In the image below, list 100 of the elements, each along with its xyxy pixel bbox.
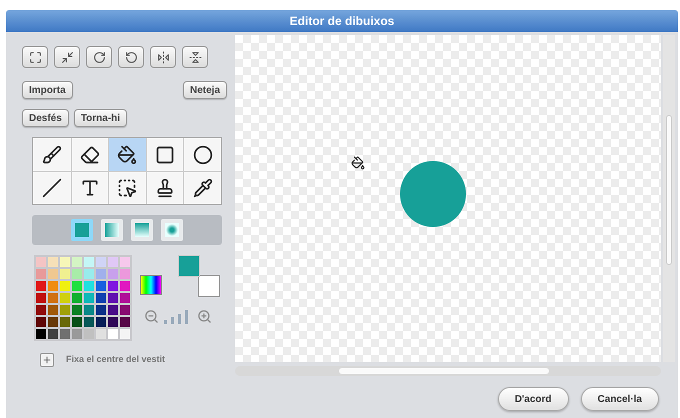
fill-swatch-icon (135, 223, 149, 237)
current-colors-icon[interactable] (178, 255, 220, 297)
color-swatch[interactable] (84, 269, 94, 279)
color-swatch[interactable] (96, 281, 106, 291)
eraser-icon (80, 144, 100, 164)
tool-button[interactable] (183, 171, 221, 204)
color-swatch[interactable] (36, 257, 46, 267)
tool-button[interactable] (108, 138, 146, 171)
color-swatch[interactable] (48, 293, 58, 303)
color-swatch[interactable] (120, 305, 130, 315)
horizontal-scrollbar[interactable] (235, 366, 661, 376)
fill-mode-button[interactable] (131, 219, 153, 241)
color-swatch[interactable] (60, 293, 70, 303)
fill-mode-button[interactable] (101, 219, 123, 241)
color-swatch[interactable] (108, 317, 118, 327)
color-swatch[interactable] (60, 329, 70, 339)
color-swatch[interactable] (84, 305, 94, 315)
color-swatch[interactable] (48, 329, 58, 339)
set-center-button[interactable] (40, 353, 54, 367)
color-swatch[interactable] (120, 281, 130, 291)
color-swatch[interactable] (108, 329, 118, 339)
rotate-right-icon (92, 50, 106, 64)
color-swatch[interactable] (120, 257, 130, 267)
color-swatch[interactable] (72, 305, 82, 315)
expand-icon (28, 50, 42, 64)
color-swatch[interactable] (96, 305, 106, 315)
square-icon (155, 144, 176, 164)
scroll-thumb[interactable] (339, 368, 549, 374)
color-swatch[interactable] (36, 317, 46, 327)
scroll-thumb[interactable] (666, 115, 672, 265)
transform-button[interactable] (182, 46, 208, 68)
color-swatch[interactable] (36, 293, 46, 303)
checkbox-label: Fixa el centre del vestit (66, 353, 166, 366)
fill-mode-button[interactable] (71, 219, 93, 241)
import-button[interactable]: Importa (22, 81, 73, 99)
color-swatch[interactable] (84, 317, 94, 327)
color-swatch[interactable] (60, 317, 70, 327)
color-swatch[interactable] (120, 269, 130, 279)
tool-button[interactable] (108, 171, 146, 204)
window-title: Editor de dibuixos (290, 13, 394, 30)
color-swatch[interactable] (108, 305, 118, 315)
color-swatch[interactable] (60, 305, 70, 315)
flip-vertical-icon (188, 50, 202, 64)
color-swatch[interactable] (72, 329, 82, 339)
undo-button[interactable]: Desfés (22, 109, 69, 127)
transform-button[interactable] (118, 46, 144, 68)
zoom-out-icon[interactable] (144, 309, 159, 324)
color-swatch[interactable] (96, 269, 106, 279)
color-swatch[interactable] (96, 257, 106, 267)
color-swatch[interactable] (72, 269, 82, 279)
dialog-button[interactable]: Cancel·la (580, 387, 659, 411)
zoom-in-icon[interactable] (197, 309, 212, 324)
color-swatch[interactable] (72, 317, 82, 327)
color-swatch[interactable] (108, 257, 118, 267)
color-swatch[interactable] (48, 281, 58, 291)
color-swatch[interactable] (84, 281, 94, 291)
fill-mode-button[interactable] (161, 219, 183, 241)
brush-icon (42, 144, 62, 164)
color-swatch[interactable] (84, 293, 94, 303)
color-swatch[interactable] (60, 269, 70, 279)
color-swatch[interactable] (36, 281, 46, 291)
color-swatch[interactable] (60, 257, 70, 267)
color-swatch[interactable] (72, 281, 82, 291)
color-swatch[interactable] (36, 269, 46, 279)
color-swatch[interactable] (36, 305, 46, 315)
color-swatch[interactable] (120, 293, 130, 303)
color-swatch[interactable] (48, 317, 58, 327)
color-swatch[interactable] (72, 257, 82, 267)
redo-button[interactable]: Torna-hi (74, 109, 128, 127)
color-swatch[interactable] (96, 317, 106, 327)
circle-shape[interactable] (400, 161, 466, 227)
color-swatch[interactable] (48, 257, 58, 267)
dialog-button[interactable]: D'acord (498, 387, 569, 411)
color-swatch[interactable] (120, 317, 130, 327)
color-swatch[interactable] (108, 281, 118, 291)
tool-button[interactable] (70, 171, 108, 204)
color-swatch[interactable] (108, 269, 118, 279)
paint-bucket-cursor-icon (351, 156, 365, 170)
transform-button[interactable] (22, 46, 48, 68)
color-swatch[interactable] (36, 329, 46, 339)
color-swatch[interactable] (84, 257, 94, 267)
color-spectrum-icon[interactable] (140, 275, 162, 295)
vertical-scrollbar[interactable] (663, 35, 675, 362)
transform-button[interactable] (150, 46, 176, 68)
color-swatch[interactable] (60, 281, 70, 291)
text-icon (80, 178, 100, 198)
color-swatch[interactable] (48, 305, 58, 315)
fill-swatch-icon (165, 223, 179, 237)
plus-icon (42, 355, 52, 365)
color-swatch[interactable] (96, 329, 106, 339)
color-swatch[interactable] (72, 293, 82, 303)
transform-button[interactable] (86, 46, 112, 68)
color-swatch[interactable] (48, 269, 58, 279)
color-swatch[interactable] (108, 293, 118, 303)
drawing-canvas[interactable] (235, 35, 661, 362)
clear-button[interactable]: Neteja (182, 81, 227, 99)
transform-button[interactable] (54, 46, 80, 68)
tool-button[interactable] (146, 171, 184, 204)
color-swatch[interactable] (96, 293, 106, 303)
color-swatch[interactable] (120, 329, 130, 339)
